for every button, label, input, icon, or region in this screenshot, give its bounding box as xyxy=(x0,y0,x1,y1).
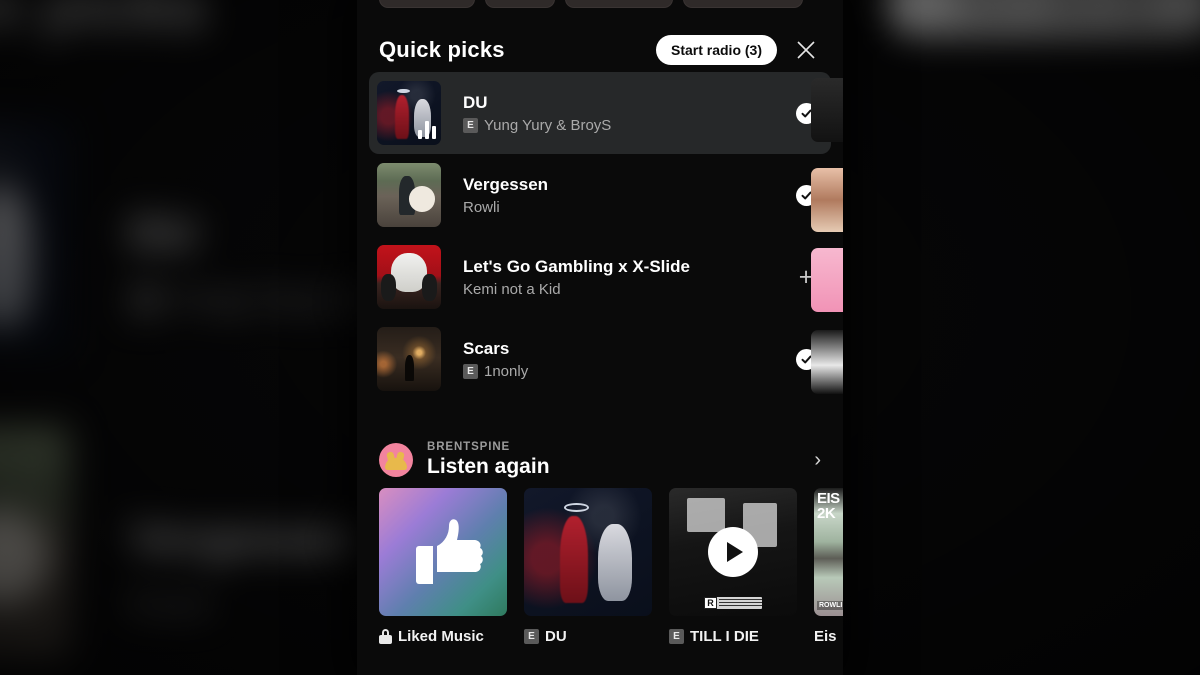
peek-thumbnail[interactable] xyxy=(811,168,843,232)
card-artwork xyxy=(524,488,652,616)
avatar xyxy=(379,443,413,477)
card-label-row: E DU xyxy=(524,628,652,645)
track-meta: Vergessen Rowli xyxy=(463,174,791,216)
lock-icon xyxy=(379,629,392,644)
card-title: DU xyxy=(545,628,567,645)
track-title: Scars xyxy=(463,338,510,358)
start-radio-button[interactable]: Start radio (3) xyxy=(655,35,777,65)
track-thumbnail xyxy=(377,245,441,309)
media-card[interactable]: Liked Music xyxy=(379,488,507,645)
sheet-header: Quick picks Start radio (3) xyxy=(357,26,843,74)
track-meta: Scars E 1nonly xyxy=(463,338,791,380)
track-subtitle: Kemi not a Kid xyxy=(463,281,791,298)
card-title: TILL I DIE xyxy=(690,628,759,645)
peek-thumbnail[interactable] xyxy=(811,248,843,312)
explicit-badge: E xyxy=(463,364,478,380)
play-icon[interactable] xyxy=(708,527,758,577)
track-thumbnail xyxy=(377,163,441,227)
quick-picks-list: DU E Yung Yury & BroyS Vergessen Rowli L… xyxy=(357,72,843,400)
explicit-badge: E xyxy=(463,118,478,134)
adjacent-column-peek xyxy=(811,60,843,460)
now-playing-equalizer-icon xyxy=(418,119,436,139)
track-row[interactable]: Let's Go Gambling x X-Slide Kemi not a K… xyxy=(369,236,831,318)
track-artist: Kemi not a Kid xyxy=(463,281,561,299)
media-card[interactable]: E DU xyxy=(524,488,652,645)
listen-again-card-row: Liked Music E DU R E TILL I DIE EIS 2K R… xyxy=(357,488,843,645)
listen-again-text: BRENTSPINE Listen again xyxy=(427,441,814,479)
track-artist: Yung Yury & BroyS xyxy=(484,117,612,135)
filter-chip[interactable] xyxy=(565,0,673,8)
explicit-badge: E xyxy=(669,629,684,644)
card-label-row: Eis xyxy=(814,628,843,645)
track-row[interactable]: DU E Yung Yury & BroyS xyxy=(369,72,831,154)
track-title: Let's Go Gambling x X-Slide xyxy=(463,256,690,276)
channel-name: BRENTSPINE xyxy=(427,441,511,453)
card-title: Eis xyxy=(814,628,837,645)
filter-chip[interactable] xyxy=(683,0,803,8)
track-thumbnail xyxy=(377,81,441,145)
track-meta: DU E Yung Yury & BroyS xyxy=(463,92,791,134)
peek-thumbnail[interactable] xyxy=(811,330,843,394)
track-thumbnail xyxy=(377,327,441,391)
track-row[interactable]: Scars E 1nonly xyxy=(369,318,831,400)
filter-chip[interactable] xyxy=(379,0,475,8)
track-meta: Let's Go Gambling x X-Slide Kemi not a K… xyxy=(463,256,791,298)
card-label-row: E TILL I DIE xyxy=(669,628,797,645)
rating-letter: R xyxy=(704,597,717,609)
peek-thumbnail[interactable] xyxy=(811,78,843,142)
track-artist: 1nonly xyxy=(484,363,529,381)
card-title: Liked Music xyxy=(398,628,484,645)
track-subtitle: E Yung Yury & BroyS xyxy=(463,117,791,134)
track-subtitle: E 1nonly xyxy=(463,363,791,380)
card-artwork xyxy=(379,488,507,616)
page-title: Quick picks xyxy=(379,37,505,62)
screenshot-root: Quick picks Start radio (3) ✕ DU Yung Yu… xyxy=(0,0,1200,675)
track-row[interactable]: Vergessen Rowli xyxy=(369,154,831,236)
quick-picks-sheet: Quick picks Start radio (3) DU E Yung Yu… xyxy=(357,0,843,675)
card-artwork: EIS 2K ROWLI xyxy=(814,488,843,616)
card-artwork: R xyxy=(669,488,797,616)
card-art-overlay-text: EIS 2K xyxy=(817,490,840,523)
card-label-row: Liked Music xyxy=(379,628,507,645)
card-art-tag: ROWLI xyxy=(817,601,843,610)
thumbs-up-icon xyxy=(416,519,483,584)
media-card[interactable]: R E TILL I DIE xyxy=(669,488,797,645)
media-card[interactable]: EIS 2K ROWLI Eis xyxy=(814,488,843,645)
explicit-badge: E xyxy=(524,629,539,644)
track-artist: Rowli xyxy=(463,199,500,217)
track-title: Vergessen xyxy=(463,174,549,194)
track-subtitle: Rowli xyxy=(463,199,791,216)
filter-chip-strip xyxy=(357,0,843,8)
section-title: Listen again xyxy=(427,455,550,478)
filter-chip[interactable] xyxy=(485,0,555,8)
rating-band: R xyxy=(704,597,762,609)
track-title: DU xyxy=(463,92,488,112)
